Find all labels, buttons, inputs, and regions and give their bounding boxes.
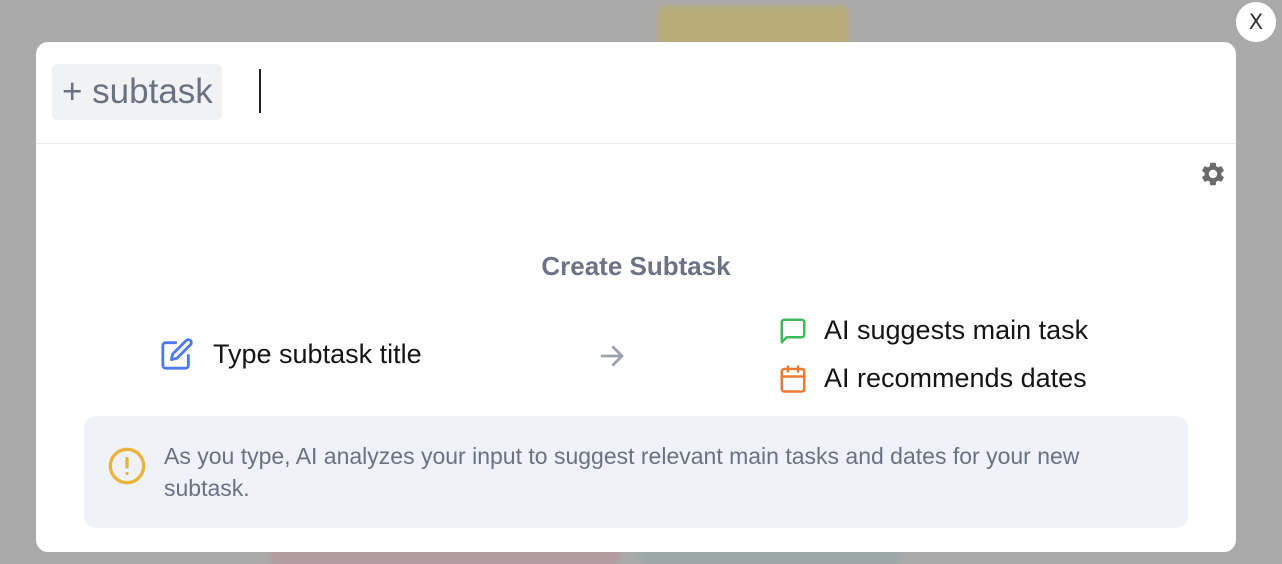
arrow-right-icon (600, 345, 624, 367)
step-ai-dates: AI recommends dates (778, 363, 1087, 394)
exclamation-circle-icon (108, 447, 146, 485)
step-ai-main-task: AI suggests main task (778, 315, 1088, 346)
step-main-task-label: AI suggests main task (824, 315, 1089, 345)
info-box: As you type, AI analyzes your input to s… (84, 416, 1188, 528)
step-type-label: Type subtask title (213, 338, 422, 369)
create-subtask-modal: + subtask Create Subtask Type subtask ti… (36, 42, 1236, 552)
chat-bubble-icon (780, 318, 806, 343)
gear-icon[interactable] (1199, 160, 1227, 188)
subtask-title-input[interactable] (262, 64, 1216, 122)
subtask-input-bar: + subtask (36, 42, 1236, 144)
close-button[interactable]: X (1236, 2, 1276, 42)
step-type-title: Type subtask title (160, 337, 422, 371)
step-dates-label: AI recommends dates (824, 363, 1087, 393)
panel-title: Create Subtask (541, 251, 731, 281)
info-text: As you type, AI analyzes your input to s… (164, 443, 1080, 501)
edit-icon (161, 338, 193, 370)
calendar-icon (780, 364, 806, 393)
text-caret (259, 69, 261, 113)
subtask-mode-chip[interactable]: + subtask (52, 64, 222, 120)
